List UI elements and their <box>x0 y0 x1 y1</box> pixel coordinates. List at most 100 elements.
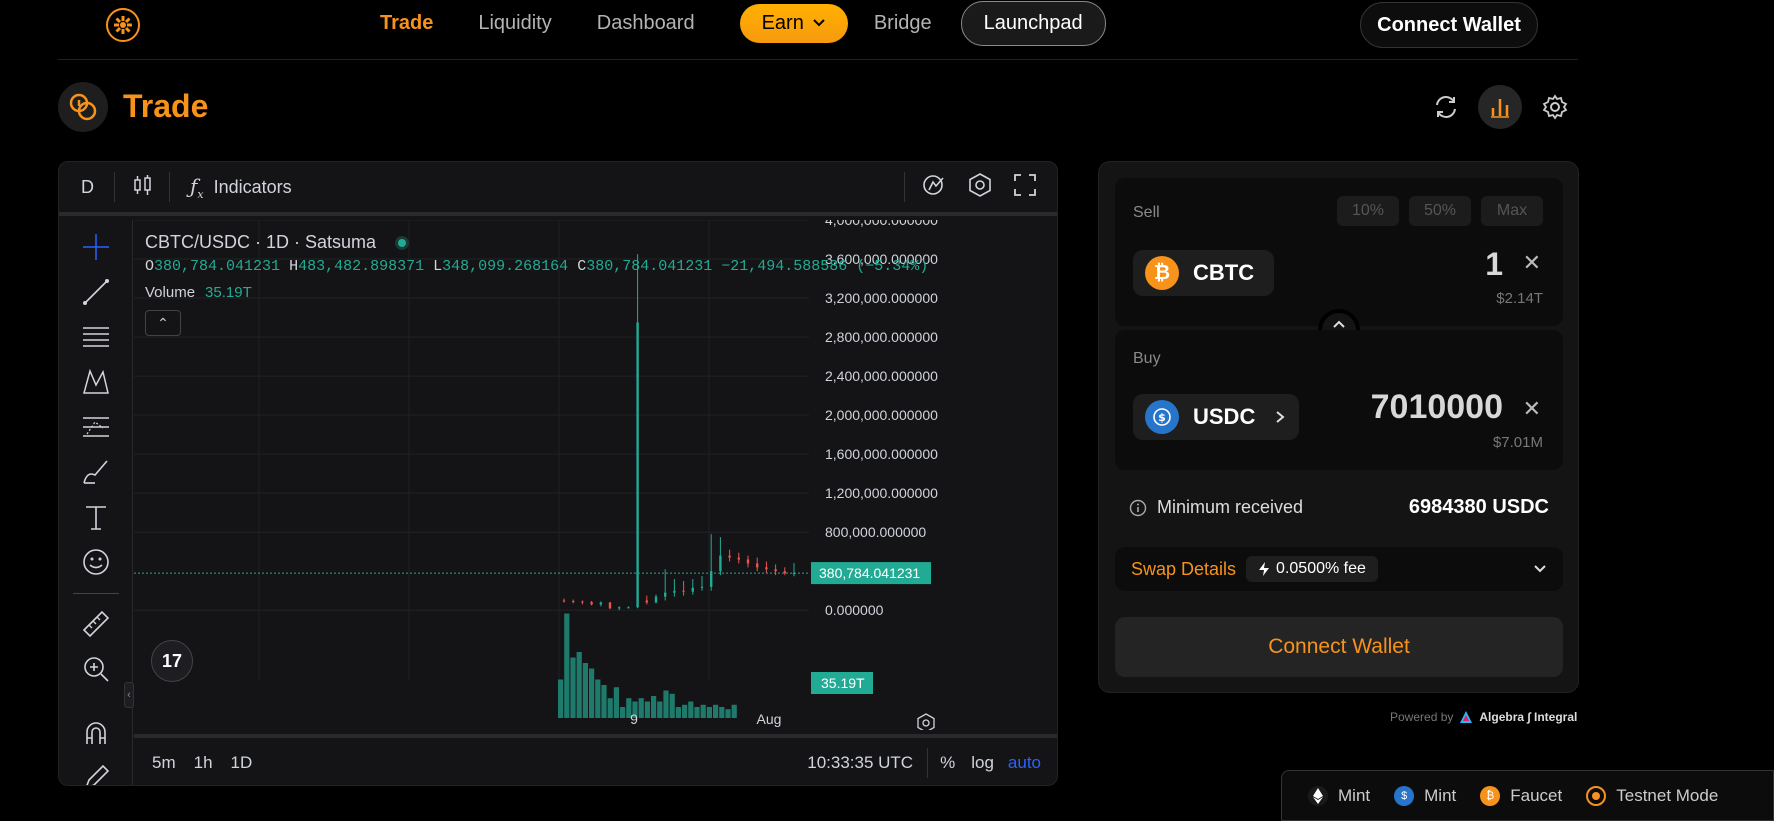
sell-max-button[interactable]: Max <box>1481 196 1543 226</box>
ethereum-icon <box>1308 785 1328 806</box>
mint-usdc-button[interactable]: $ Mint <box>1394 785 1456 806</box>
app-logo[interactable] <box>106 8 140 42</box>
candle-body <box>645 600 648 603</box>
pencil-tool[interactable] <box>79 761 113 785</box>
pencil-icon <box>86 764 110 785</box>
emoji-tool[interactable] <box>79 545 113 579</box>
nav-dashboard[interactable]: Dashboard <box>597 12 695 35</box>
volume-bar <box>576 652 582 718</box>
connect-wallet-button[interactable]: Connect Wallet <box>1360 2 1538 48</box>
text-tool[interactable] <box>79 500 113 534</box>
clear-buy-button[interactable]: ✕ <box>1523 396 1541 422</box>
sell-token-selector[interactable]: ₿ CBTC <box>1133 250 1275 296</box>
candle-type-button[interactable] <box>133 174 153 201</box>
zoom-tool[interactable] <box>79 652 113 686</box>
chart-bottom-bar: 5m 1h 1D 10:33:35 UTC % log auto <box>134 734 1057 785</box>
replay-button[interactable] <box>921 172 947 203</box>
chart-toggle-button[interactable] <box>1478 85 1522 129</box>
chart-settings-button[interactable] <box>967 172 993 203</box>
volume-label: Volume <box>145 284 196 301</box>
volume-bar <box>713 704 719 718</box>
high-key: H <box>289 258 299 275</box>
tool-divider <box>73 593 119 594</box>
brush-tool[interactable] <box>79 455 113 489</box>
faucet-button[interactable]: ₿ Faucet <box>1480 785 1562 806</box>
swap-details-toggle[interactable]: Swap Details 0.0500% fee <box>1115 547 1563 591</box>
toolbar-divider <box>114 172 115 202</box>
main-nav: Trade Liquidity Dashboard Earn Bridge La… <box>380 0 1106 46</box>
close-icon: ✕ <box>1522 396 1541 421</box>
buy-token-symbol: USDC <box>1193 404 1256 429</box>
buy-amount-input[interactable]: 7010000 <box>1371 388 1503 427</box>
chart-clock[interactable]: 10:33:35 UTC <box>807 753 913 773</box>
tradingview-logo[interactable]: 17 <box>151 640 193 682</box>
clear-sell-button[interactable]: ✕ <box>1523 250 1541 276</box>
volume-bar <box>725 709 731 718</box>
magnet-tool[interactable] <box>79 716 113 750</box>
usdc-icon: $ <box>1145 400 1179 434</box>
y-tick-label: 1,200,000.000000 <box>825 485 938 501</box>
crosshair-tool[interactable] <box>79 230 113 264</box>
nav-earn-dropdown[interactable]: Earn <box>739 3 848 43</box>
sell-label: Sell <box>1133 204 1160 221</box>
nav-bridge[interactable]: Bridge <box>874 12 932 35</box>
candle-body <box>664 592 667 597</box>
volume-bar <box>651 696 657 718</box>
powered-by-brand[interactable]: Algebra ∫ Integral <box>1479 710 1577 724</box>
fib-tool[interactable] <box>79 320 113 354</box>
mint-label: Mint <box>1338 785 1371 805</box>
nav-launchpad[interactable]: Launchpad <box>960 0 1106 46</box>
trendline-icon <box>83 279 109 305</box>
auto-scale-toggle[interactable]: auto <box>1008 753 1041 773</box>
buy-token-selector[interactable]: $ USDC <box>1133 394 1300 440</box>
fee-value: 0.0500% fee <box>1276 560 1366 577</box>
sell-10-percent-button[interactable]: 10% <box>1337 196 1399 226</box>
trendline-tool[interactable] <box>79 275 113 309</box>
nav-liquidity[interactable]: Liquidity <box>478 12 551 35</box>
testnet-mode-toggle[interactable]: Testnet Mode <box>1586 785 1718 806</box>
candlestick-plot[interactable]: 4,000,000.0000003,600,000.0000003,200,00… <box>134 220 1058 730</box>
mint-eth-button[interactable]: Mint <box>1308 785 1371 806</box>
horizontal-lines-icon <box>83 327 109 347</box>
candle-body <box>590 601 593 605</box>
toolbar-divider <box>169 172 170 202</box>
volume-bar <box>731 704 737 718</box>
sell-usd-value: $2.14T <box>1496 290 1543 307</box>
algebra-logo-icon <box>1460 711 1473 723</box>
fullscreen-button[interactable] <box>1013 173 1037 202</box>
legend-collapse-button[interactable]: ⌃ <box>145 310 181 336</box>
y-tick-label: 2,800,000.000000 <box>825 329 938 345</box>
y-tick-label: 2,400,000.000000 <box>825 368 938 384</box>
log-scale-toggle[interactable]: log <box>971 753 994 773</box>
chart-title-text: CBTC/USDC · 1D · Satsuma <box>145 232 377 252</box>
refresh-button[interactable] <box>1424 85 1468 129</box>
toolbar-collapse-handle[interactable]: ‹ <box>124 682 134 708</box>
percent-scale-toggle[interactable]: % <box>940 753 955 773</box>
svg-text:$: $ <box>1158 411 1166 424</box>
volume-bar <box>644 701 650 718</box>
volume-bar <box>682 704 688 718</box>
prediction-tool[interactable] <box>79 410 113 444</box>
candle-body <box>691 587 694 592</box>
sell-50-percent-button[interactable]: 50% <box>1409 196 1471 226</box>
indicators-button[interactable]: ƒx Indicators <box>190 174 292 201</box>
connect-wallet-swap-button[interactable]: Connect Wallet <box>1115 617 1563 677</box>
logo-icon <box>114 16 132 34</box>
open-key: O <box>145 258 155 275</box>
measure-tool[interactable] <box>79 607 113 641</box>
pattern-tool[interactable] <box>79 365 113 399</box>
interval-selector[interactable]: D <box>81 177 94 198</box>
range-1h[interactable]: 1h <box>194 753 213 773</box>
volume-bar <box>613 687 619 718</box>
range-5m[interactable]: 5m <box>152 753 176 773</box>
candles-icon <box>134 174 151 195</box>
settings-button[interactable] <box>1533 85 1577 129</box>
price-chart-panel: D ƒx Indicators ‹ 4,000,000.000000 3,600… <box>58 161 1058 786</box>
candle-body <box>756 563 759 568</box>
candle-body <box>572 600 575 602</box>
nav-trade[interactable]: Trade <box>380 12 433 35</box>
range-1d[interactable]: 1D <box>231 753 253 773</box>
sell-amount-input[interactable]: 1 <box>1485 246 1503 283</box>
volume-bar <box>688 701 694 718</box>
candle-body <box>682 590 685 592</box>
